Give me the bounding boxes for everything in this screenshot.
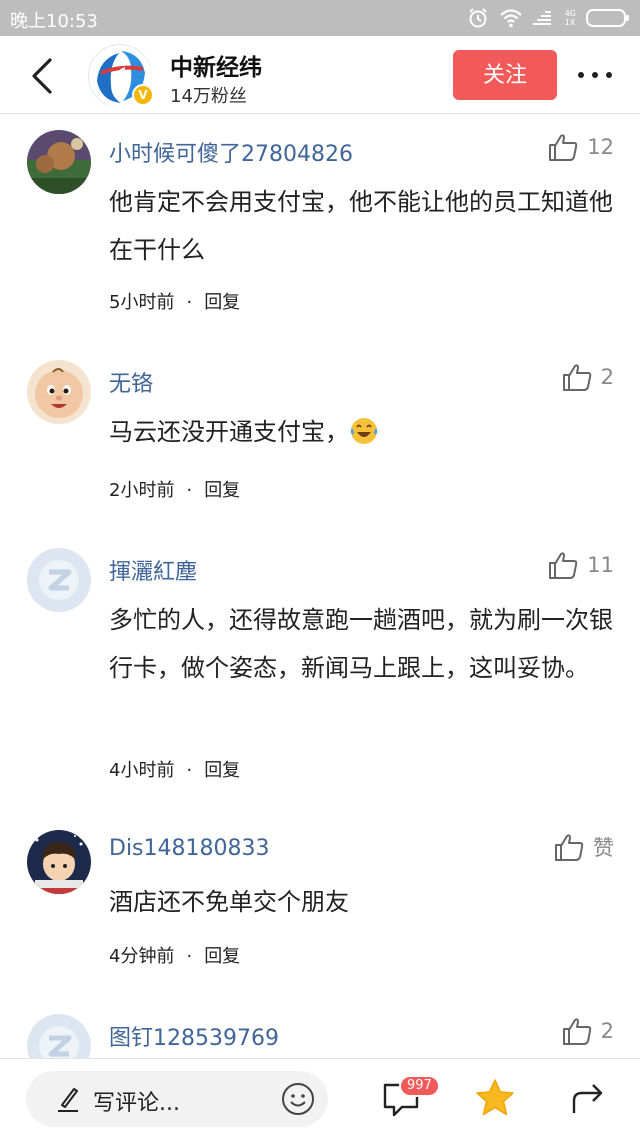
user-avatar[interactable] (27, 548, 91, 612)
back-arrow-icon[interactable] (24, 54, 64, 98)
comment-time: 2小时前 (109, 480, 175, 501)
like-button[interactable]: 12 (547, 132, 614, 162)
meta-separator: · (186, 946, 193, 967)
meta-separator: · (186, 760, 193, 781)
like-count: 2 (600, 1019, 614, 1043)
follow-button[interactable]: 关注 (453, 50, 557, 100)
verified-badge-icon: V (132, 84, 154, 106)
comment-item: 小时候可傻了27804826 12 他肯定不会用支付宝，他不能让他的员工知道他在… (0, 130, 640, 330)
follower-count: 14万粉丝 (170, 86, 247, 107)
comment-time: 5小时前 (109, 292, 175, 313)
star-favorite-icon[interactable] (474, 1077, 516, 1119)
comment-input-placeholder: 写评论... (93, 1091, 180, 1116)
comment-item: 图钉128539769 2 (0, 1014, 640, 1058)
reply-link[interactable]: 回复 (204, 480, 240, 501)
meta-separator: · (186, 292, 193, 313)
comment-text: 多忙的人，还得故意跑一趟酒吧，就为刷一次银行卡，做个姿态，新闻马上跟上，这叫妥协… (109, 606, 613, 682)
comment-text-body: 马云还没开通支付宝， (109, 418, 349, 446)
comment-username[interactable]: 图钉128539769 (109, 1020, 279, 1052)
comment-text: 马云还没开通支付宝， (109, 408, 615, 456)
status-icons: 4G 1X (467, 6, 630, 30)
cartoon-boy-avatar-icon (27, 830, 91, 894)
comment-username[interactable]: 小时候可傻了27804826 (109, 136, 353, 168)
like-count: 2 (600, 365, 614, 389)
laughing-tears-emoji-icon (350, 418, 378, 444)
thumbs-up-icon (562, 1018, 591, 1045)
comment-username[interactable]: 揮灑紅塵 (109, 554, 197, 586)
baby-face-avatar-icon (27, 360, 91, 424)
signal-icon (532, 11, 551, 25)
network-label-top: 4G (564, 9, 576, 18)
comment-meta: 2小时前 · 回复 (109, 476, 240, 502)
more-options-icon[interactable] (574, 58, 616, 92)
network-label-bottom: 1X (564, 18, 576, 27)
wifi-icon (499, 9, 522, 28)
meta-separator: · (186, 480, 193, 501)
status-bar: 晚上10:53 4G 1X (0, 0, 640, 36)
like-label: 赞 (593, 836, 614, 860)
like-button[interactable]: 赞 (553, 832, 614, 862)
default-z-avatar-icon (27, 1014, 91, 1058)
like-button[interactable]: 2 (561, 1016, 614, 1046)
network-type: 4G 1X (565, 9, 576, 27)
reply-link[interactable]: 回复 (204, 292, 240, 313)
user-avatar[interactable] (27, 130, 91, 194)
comment-count-badge: 997 (399, 1075, 440, 1097)
article-header: V 中新经纬 14万粉丝 关注 (0, 36, 640, 114)
comment-username[interactable]: 无铬 (109, 366, 153, 398)
share-arrow-icon[interactable] (568, 1079, 608, 1119)
comment-text: 他肯定不会用支付宝，他不能让他的员工知道他在干什么 (109, 188, 613, 264)
alarm-icon (468, 8, 487, 28)
comment-username[interactable]: Dis148180833 (109, 836, 270, 861)
comment-item: Dis148180833 赞 酒店还不免单交个朋友 4分钟前 · 回复 (0, 830, 640, 980)
comment-time: 4小时前 (109, 760, 175, 781)
like-button[interactable]: 2 (561, 362, 614, 392)
emoji-smile-icon[interactable] (280, 1081, 316, 1117)
comment-meta: 5小时前 · 回复 (109, 288, 240, 314)
user-avatar[interactable] (27, 360, 91, 424)
comment-input[interactable]: 写评论... (26, 1071, 328, 1127)
default-z-avatar-icon (27, 548, 91, 612)
comment-text: 酒店还不免单交个朋友 (109, 888, 349, 916)
pen-icon (58, 1088, 78, 1112)
photo-avatar-icon (27, 130, 91, 194)
thumbs-up-icon (549, 134, 578, 161)
comment-item: 无铬 2 马云还没开通支付宝， 2小时前 · 回复 (0, 360, 640, 520)
comment-item: 揮灑紅塵 11 多忙的人，还得故意跑一趟酒吧，就为刷一次银行卡，做个姿态，新闻马… (0, 548, 640, 798)
thumbs-up-icon (555, 834, 584, 861)
reply-link[interactable]: 回复 (204, 946, 240, 967)
status-time: 晚上10:53 (10, 11, 98, 32)
reply-link[interactable]: 回复 (204, 760, 240, 781)
thumbs-up-icon (562, 364, 591, 391)
comment-meta: 4小时前 · 回复 (109, 756, 240, 782)
battery-icon (586, 9, 629, 27)
like-button[interactable]: 11 (547, 550, 614, 580)
comment-time: 4分钟前 (109, 946, 175, 967)
account-name[interactable]: 中新经纬 (170, 48, 262, 82)
user-avatar[interactable] (27, 830, 91, 894)
comment-meta: 4分钟前 · 回复 (109, 942, 240, 968)
user-avatar[interactable] (27, 1014, 91, 1058)
bottom-action-bar: 写评论... 997 (0, 1058, 640, 1138)
thumbs-up-icon (549, 552, 578, 579)
like-count: 12 (587, 135, 614, 159)
like-count: 11 (587, 553, 614, 577)
